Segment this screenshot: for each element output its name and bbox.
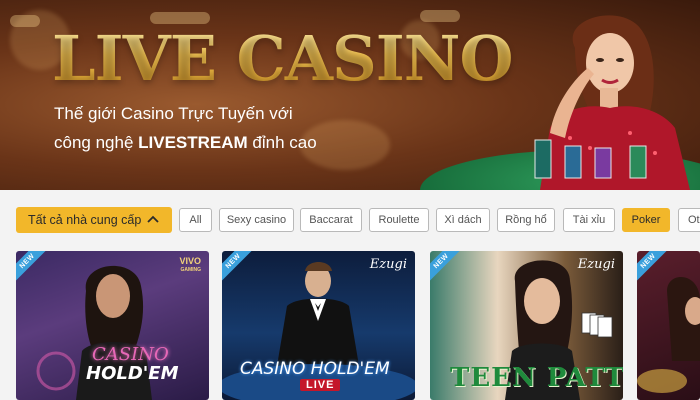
filter-chip-xi-dach[interactable]: Xì dách [436, 208, 490, 232]
chevron-up-icon [147, 215, 159, 223]
filter-chip-other[interactable]: Oth [678, 208, 700, 232]
game-title-line1: CASINO HOLD'EM [240, 359, 390, 379]
ceiling-lamp [10, 15, 40, 27]
game-title-line1: CASINO [92, 344, 169, 365]
game-title-line2: HOLD'EM [86, 363, 179, 384]
game-card-casino-holdem-vivo[interactable]: NEW VIVO GAMING CASINO HOLD'EM [16, 251, 209, 400]
provider-logo-vivo: VIVO GAMING [179, 257, 201, 275]
hero-subtitle-line2: công nghệ LIVESTREAM đỉnh cao [54, 133, 317, 153]
hero-subtitle-line1: Thế giới Casino Trực Tuyến với [54, 104, 293, 123]
filter-chip-tai-xiu[interactable]: Tài xỉu [563, 208, 615, 232]
hero-title: LIVE CASINO [52, 22, 513, 95]
live-badge: LIVE [300, 379, 341, 391]
ceiling-lamp [420, 10, 460, 22]
filter-chip-roulette[interactable]: Roulette [369, 208, 429, 232]
provider-logo-text: VIVO [179, 256, 201, 266]
provider-dropdown-label: Tất cả nhà cung cấp [28, 213, 142, 227]
filter-chip-all[interactable]: All [179, 208, 212, 232]
provider-logo-ezugi: Ezugi [577, 257, 615, 272]
hero-subtitle-prefix: công nghệ [54, 133, 139, 152]
game-card-casino-holdem-ezugi[interactable]: NEW Ezugi CASINO HOLD'EM LIVE [222, 251, 415, 400]
game-card-teen-patti[interactable]: NEW Ezugi TEEN PATTI [430, 251, 623, 400]
hero-subtitle-suffix: đỉnh cao [247, 133, 317, 152]
filter-chip-baccarat[interactable]: Baccarat [300, 208, 362, 232]
dealer-illustration [534, 15, 690, 190]
game-card-partial[interactable]: NEW [637, 251, 700, 400]
filter-chip-rong-ho[interactable]: Rồng hổ [497, 208, 555, 232]
game-title-line1: TEEN PATTI [450, 363, 623, 393]
provider-logo-subtext: GAMING [180, 267, 201, 273]
hero-banner: LIVE CASINO Thế giới Casino Trực Tuyến v… [0, 0, 700, 190]
provider-logo-ezugi: Ezugi [369, 257, 407, 272]
filter-chip-poker[interactable]: Poker [622, 208, 670, 232]
dealer-thumbnail [637, 277, 700, 393]
hero-subtitle-bold: LIVESTREAM [138, 133, 248, 152]
provider-dropdown[interactable]: Tất cả nhà cung cấp [16, 207, 172, 233]
filter-chip-sexy-casino[interactable]: Sexy casino [219, 208, 294, 232]
